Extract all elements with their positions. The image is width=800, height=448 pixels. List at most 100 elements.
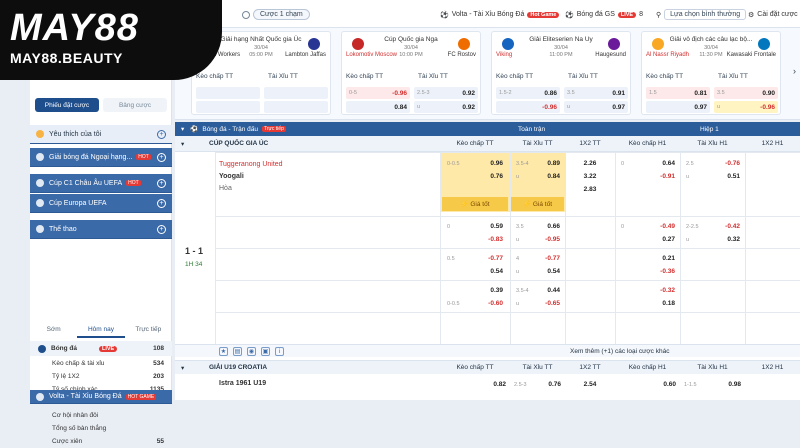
sport-header: ▾ ⚽ Bóng đá - Trận đấu Trực tiếp Toàn tr… [175, 122, 800, 136]
add-icon[interactable]: + [157, 224, 166, 234]
sidebar-item[interactable]: Giải bóng đá Ngoại hạng... HOT + [30, 148, 172, 167]
settings-button[interactable]: ⚙ Cài đặt cược [748, 8, 798, 21]
odds-cell[interactable]: 0.18 [617, 297, 679, 310]
odds-cell[interactable]: 2-2.5 -0.42 [682, 220, 744, 233]
live-stream-icon[interactable]: ◉ [247, 347, 256, 356]
odds-cell[interactable] [682, 297, 744, 310]
odds-cell[interactable]: 1.5-2 0.86 [496, 87, 560, 99]
sidebar-item[interactable]: Cúp Europa UEFA + [30, 194, 172, 213]
odds-cell[interactable]: u 0.92 [414, 101, 478, 113]
odds-cell[interactable]: 2.83 [567, 183, 613, 196]
odds-cell[interactable]: 4 -0.77 [512, 252, 564, 265]
featured-match-card[interactable]: Giải Eliteserien Na Uy 30/04 11:00 PM Vik… [491, 31, 631, 115]
sidebar-item[interactable]: Yêu thích của tôi + [30, 125, 172, 144]
odds-cell[interactable]: 0.21 [617, 252, 679, 265]
odds-cell[interactable]: 0-0.5 -0.60 [443, 297, 507, 310]
sidebar-item[interactable]: Thể thao + [30, 220, 172, 239]
gs-tab[interactable]: ⚽ Bóng đá GS LIVE 8 [565, 8, 643, 21]
odds-cell[interactable]: 2.5 -0.76 [682, 157, 744, 170]
tab-today[interactable]: Hôm nay [77, 322, 125, 338]
odds-cell[interactable]: 0.27 [617, 233, 679, 246]
sidebar-item[interactable]: Cúp C1 Châu Âu UEFA HOT + [30, 174, 172, 193]
odds-cell[interactable] [264, 101, 328, 113]
odds-cell[interactable]: 1.5 0.81 [646, 87, 710, 99]
odds-cell[interactable]: 2.5-3 0.92 [414, 87, 478, 99]
odds-cell[interactable]: 3.5 0.90 [714, 87, 778, 99]
more-bets-link[interactable]: Xem thêm (+1) các loại cược khác [570, 348, 669, 355]
odds-cell[interactable]: u 0.54 [512, 265, 564, 278]
odds-cell[interactable] [196, 87, 260, 99]
odds-cell[interactable]: u -0.96 [714, 101, 778, 113]
odds-cell[interactable]: 3.5-4 0.44 [512, 284, 564, 297]
odds-cell[interactable]: -0.83 [443, 233, 507, 246]
sidebar-volta[interactable]: Volta - Tài Xỉu Bóng Đá HOT GAME [30, 390, 172, 404]
odds-cell[interactable]: 0.84 [346, 101, 410, 113]
collapse-icon[interactable]: ▾ [181, 125, 184, 133]
odds-cell[interactable]: 3.5-4 0.89 [512, 157, 564, 170]
odds-cell[interactable]: 0 0.64 [617, 157, 679, 170]
odds-cell[interactable]: 2.5-3 0.76 [510, 378, 565, 391]
bet-type-item[interactable]: Tỷ lệ 1X2 203 [30, 370, 172, 383]
featured-match-card[interactable]: Giải vô địch các câu lạc bộ... 30/04 11:3… [641, 31, 781, 115]
featured-match-card[interactable]: Cúp Quốc gia Nga 30/04 10:00 PM Lokomotiv… [341, 31, 481, 115]
add-icon[interactable]: + [157, 198, 166, 208]
tv-icon[interactable]: ▣ [261, 347, 270, 356]
add-icon[interactable]: + [157, 152, 166, 162]
odds-cell[interactable]: u 0.97 [564, 101, 628, 113]
bet-type-item[interactable]: Cơ hội nhân đôi [30, 409, 172, 422]
volta-tab[interactable]: ⚽ Volta - Tài Xỉu Bóng Đá Hot Game [440, 8, 560, 21]
odds-cell[interactable] [264, 87, 328, 99]
odds-cell[interactable]: 0.76 [443, 170, 507, 183]
odds-cell[interactable] [682, 252, 744, 265]
odds-cell[interactable]: 0-0.5 0.96 [443, 157, 507, 170]
bet-type-item[interactable]: Cược xiên 55 [30, 435, 172, 448]
collapse-icon[interactable]: ▾ [181, 140, 184, 148]
sport-football[interactable]: Bóng đá LIVE 108 [30, 341, 172, 356]
info-icon[interactable]: i [275, 347, 284, 356]
tab-early[interactable]: Sớm [30, 322, 77, 338]
odds-cell[interactable]: 0.82 [440, 378, 510, 391]
one-click-toggle[interactable]: Cược 1 chạm [242, 8, 310, 21]
odds-cell[interactable]: u 0.32 [682, 233, 744, 246]
star-icon[interactable]: ★ [219, 347, 228, 356]
odds-cell[interactable]: -0.91 [617, 170, 679, 183]
odds-cell[interactable]: 0.60 [615, 378, 680, 391]
best-price-handicap[interactable]: ⚡ Giá tốt [442, 197, 508, 211]
odds-cell[interactable]: -0.32 [617, 284, 679, 297]
brand-logo[interactable]: MAY88 MAY88.BEAUTY [0, 0, 222, 80]
odds-cell[interactable]: 2.54 [565, 378, 615, 391]
tab-bet-slip[interactable]: Phiếu đặt cược [35, 98, 99, 112]
odds-cell[interactable]: 0.5 -0.77 [443, 252, 507, 265]
add-icon[interactable]: + [157, 129, 166, 139]
odds-cell[interactable]: u -0.65 [512, 297, 564, 310]
odds-cell[interactable] [682, 265, 744, 278]
odds-cell[interactable]: -0.36 [617, 265, 679, 278]
odds-cell[interactable]: -0.96 [496, 101, 560, 113]
odds-cell[interactable]: 0.39 [443, 284, 507, 297]
tab-bet-table[interactable]: Bảng cược [103, 98, 167, 112]
odds-cell[interactable]: 3.5 0.91 [564, 87, 628, 99]
collapse-icon[interactable]: ▾ [181, 364, 184, 372]
odds-cell[interactable]: 0.54 [443, 265, 507, 278]
odds-cell[interactable]: u -0.95 [512, 233, 564, 246]
ribbon-next-icon[interactable]: › [793, 66, 796, 76]
odds-cell[interactable]: u 0.84 [512, 170, 564, 183]
bet-type-item[interactable]: Kèo chấp & tài xỉu 534 [30, 357, 172, 370]
tab-live[interactable]: Trực tiếp [125, 322, 172, 338]
odds-cell[interactable] [196, 101, 260, 113]
odds-cell[interactable]: u 0.51 [682, 170, 744, 183]
bet-type-item[interactable]: Tổng số bàn thắng [30, 422, 172, 435]
odds-cell[interactable]: 0-5 -0.96 [346, 87, 410, 99]
odds-cell[interactable]: 0 -0.49 [617, 220, 679, 233]
odds-cell[interactable] [682, 284, 744, 297]
odds-cell[interactable]: 3.5 0.66 [512, 220, 564, 233]
odds-cell[interactable]: 0 0.59 [443, 220, 507, 233]
odds-cell[interactable]: 0.97 [646, 101, 710, 113]
sort-select[interactable]: ⚲ Lựa chọn bình thường [656, 8, 747, 21]
odds-cell[interactable]: 2.26 [567, 157, 613, 170]
add-icon[interactable]: + [157, 178, 166, 188]
odds-cell[interactable]: 1-1.5 0.98 [680, 378, 745, 391]
odds-cell[interactable]: 3.22 [567, 170, 613, 183]
stats-icon[interactable]: ▤ [233, 347, 242, 356]
best-price-over-under[interactable]: ⚡ Giá tốt [511, 197, 564, 211]
